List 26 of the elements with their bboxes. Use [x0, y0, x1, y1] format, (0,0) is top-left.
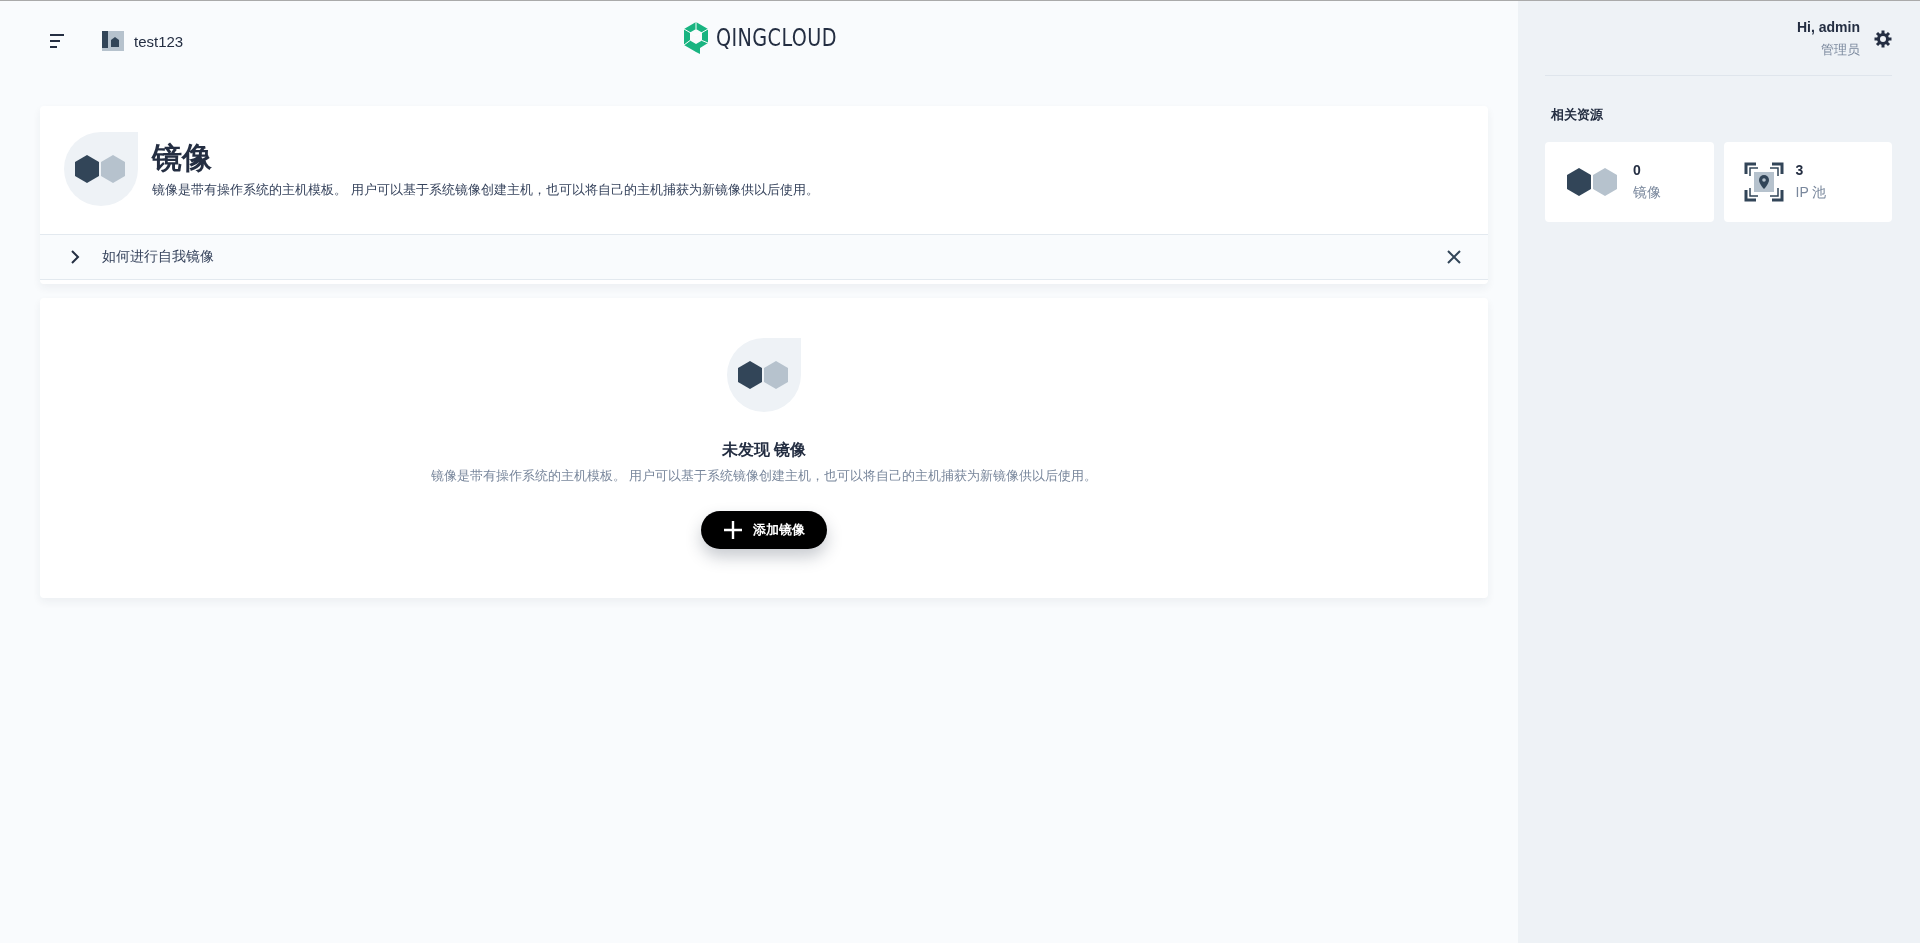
related-title: 相关资源 [1551, 106, 1604, 124]
resource-label: 镜像 [1633, 184, 1661, 202]
logo[interactable]: QINGCLOUD [682, 21, 868, 55]
resource-card[interactable]: 3 IP 池 [1723, 142, 1892, 222]
user-greeting: Hi, admin [1797, 19, 1860, 35]
resource-count: 3 [1795, 162, 1805, 178]
empty-title: 未发现 镜像 [721, 440, 807, 460]
guide-bar[interactable]: 如何进行自我镜像 [40, 234, 1488, 280]
workspace-selector[interactable]: test123 [102, 31, 184, 51]
resource-label: IP 池 [1795, 184, 1827, 202]
resource-card[interactable]: 0 镜像 [1545, 142, 1714, 222]
building-icon [102, 31, 124, 51]
user-role: 管理员 [1820, 41, 1860, 59]
empty-description: 镜像是带有操作系统的主机模板。 用户可以基于系统镜像创建主机，也可以将自己的主机捕获为新镜像供以后使用。 [430, 467, 1098, 485]
settings-icon[interactable] [1874, 30, 1892, 48]
menu-icon[interactable] [50, 34, 66, 48]
logo-icon [682, 21, 710, 55]
plus-icon [723, 520, 743, 540]
guide-label: 如何进行自我镜像 [102, 248, 215, 266]
chevron-icon[interactable] [70, 250, 80, 264]
page-description: 镜像是带有操作系统的主机模板。 用户可以基于系统镜像创建主机，也可以将自己的主机捕获为新镜像供以后使用。 [152, 181, 819, 199]
page-title: 镜像 [152, 140, 213, 176]
close-icon[interactable] [1446, 249, 1462, 265]
resource-count: 0 [1633, 162, 1642, 178]
add-button[interactable]: 添加镜像 [701, 511, 827, 549]
location-pin-icon [1743, 162, 1784, 202]
